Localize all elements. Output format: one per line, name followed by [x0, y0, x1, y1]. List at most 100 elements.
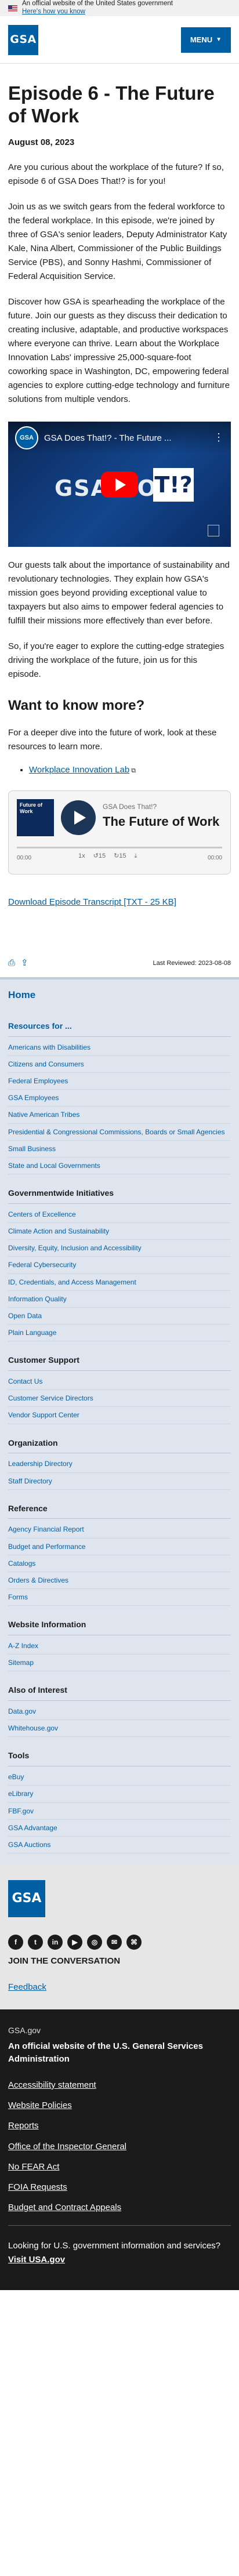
rewind-icon[interactable]: ↺15: [93, 851, 106, 861]
sidebar-item[interactable]: GSA Advantage: [8, 1820, 231, 1837]
identifier-link[interactable]: Reports: [8, 2119, 231, 2132]
podcast-duration: 00:00: [207, 855, 222, 862]
download-icon[interactable]: ⤓: [135, 851, 137, 861]
sidebar-group-heading: Organization: [8, 1437, 231, 1454]
sidebar-item[interactable]: Catalogs: [8, 1555, 231, 1572]
sidebar-item[interactable]: eLibrary: [8, 1786, 231, 1803]
sidebar-item[interactable]: A-Z Index: [8, 1638, 231, 1655]
sidebar-item[interactable]: Budget and Performance: [8, 1539, 231, 1555]
video-top-bar: GSA GSA Does That!? - The Future ... ⋮: [8, 422, 231, 455]
sidebar-group-heading: Governmentwide Initiatives: [8, 1187, 231, 1204]
sidebar-item[interactable]: GSA Auctions: [8, 1837, 231, 1854]
identifier-link[interactable]: Budget and Contract Appeals: [8, 2201, 231, 2214]
forward-icon[interactable]: ↻15: [114, 851, 126, 861]
join-conversation: JOIN THE CONVERSATION: [8, 1956, 121, 1967]
podcast-progress-bar[interactable]: [17, 847, 222, 849]
sidebar-item[interactable]: Plain Language: [8, 1325, 231, 1342]
menu-button[interactable]: MENU ▼: [180, 27, 231, 53]
sidebar-item[interactable]: Vendor Support Center: [8, 1407, 231, 1424]
more-vertical-icon[interactable]: ⋮: [213, 430, 224, 446]
page-footer-bar: ⎙ ⇪ Last Reviewed: 2023-08-08: [8, 956, 231, 973]
sidebar-group: Tools eBuy eLibrary FBF.gov GSA Advantage GSA…: [8, 1750, 231, 1854]
sidebar-item[interactable]: Whitehouse.gov: [8, 1720, 231, 1737]
identifier-link[interactable]: Office of the Inspector General: [8, 2140, 231, 2153]
sidebar-item[interactable]: State and Local Governments: [8, 1158, 231, 1175]
video-title[interactable]: GSA Does That!? - The Future ...: [44, 431, 208, 445]
social-links: f t in ▶ ◎ ✉ ⌘: [8, 1935, 231, 1950]
sidebar-item[interactable]: Climate Action and Sustainability: [8, 1223, 231, 1240]
workplace-innovation-lab-link[interactable]: Workplace Innovation Lab: [29, 765, 129, 775]
visit-usa-gov-link[interactable]: Visit USA.gov: [8, 2253, 65, 2266]
sidebar-item[interactable]: Leadership Directory: [8, 1456, 231, 1473]
sidebar-item[interactable]: eBuy: [8, 1769, 231, 1786]
podcast-player: Future of Work GSA Does That!? The Futur…: [8, 790, 231, 875]
podcast-show-name: GSA Does That!?: [103, 803, 157, 811]
identifier-link[interactable]: FOIA Requests: [8, 2180, 231, 2194]
sidebar-item[interactable]: Contact Us: [8, 1373, 231, 1391]
sidebar-group-heading[interactable]: Resources for ...: [8, 1020, 231, 1037]
sidebar-item[interactable]: Forms: [8, 1589, 231, 1606]
identifier-link[interactable]: No FEAR Act: [8, 2160, 231, 2174]
sidebar-home-link[interactable]: Home: [8, 979, 231, 1007]
sidebar-item[interactable]: Staff Directory: [8, 1473, 231, 1490]
youtube-video-embed[interactable]: GSA GSA Does That!? - The Future ... ⋮ G…: [8, 422, 231, 547]
gsa-logo[interactable]: GSA: [8, 24, 38, 55]
sidebar-item[interactable]: Data.gov: [8, 1703, 231, 1721]
gov-banner: An official website of the United States…: [0, 0, 239, 16]
sidebar-item[interactable]: Presidential & Congressional Commissions…: [8, 1124, 231, 1141]
podcast-episode-title: The Future of Work: [103, 814, 220, 829]
sidebar-group: Customer Support Contact Us Customer Servi…: [8, 1354, 231, 1424]
rss-icon[interactable]: ⌘: [126, 1935, 142, 1950]
external-link-icon: ⧉: [131, 767, 136, 774]
twitter-icon[interactable]: t: [28, 1935, 43, 1950]
sidebar-item[interactable]: Customer Service Directors: [8, 1390, 231, 1407]
facebook-icon[interactable]: f: [8, 1935, 23, 1950]
sidebar-group: Governmentwide Initiatives Centers of Exc…: [8, 1187, 231, 1342]
publish-date: August 08, 2023: [8, 137, 75, 147]
instagram-icon[interactable]: ◎: [87, 1935, 102, 1950]
play-icon[interactable]: [101, 471, 138, 498]
podcast-play-icon[interactable]: [61, 800, 96, 836]
linkedin-icon[interactable]: in: [48, 1935, 63, 1950]
sidebar-group: Reference Agency Financial Report Budget a…: [8, 1503, 231, 1606]
sidebar-item[interactable]: Open Data: [8, 1308, 231, 1325]
sidebar-item[interactable]: ID, Credentials, and Access Management: [8, 1274, 231, 1291]
identifier-official-text: An official website of the U.S. General …: [8, 2041, 203, 2065]
download-transcript-link[interactable]: Download Episode Transcript [TXT - 25 KB…: [8, 895, 231, 909]
sidebar-item[interactable]: FBF.gov: [8, 1803, 231, 1820]
sidebar-item[interactable]: Centers of Excellence: [8, 1206, 231, 1224]
share-icon[interactable]: ⇪: [21, 956, 28, 970]
playback-speed-button[interactable]: 1x: [78, 851, 85, 861]
sidebar-item[interactable]: Diversity, Equity, Inclusion and Accessi…: [8, 1240, 231, 1257]
identifier-link[interactable]: Accessibility statement: [8, 2078, 231, 2092]
identifier-link[interactable]: Website Policies: [8, 2099, 231, 2112]
page-title: Episode 6 - The Future of Work: [8, 82, 215, 126]
sidebar-item[interactable]: Citizens and Consumers: [8, 1056, 231, 1073]
sidebar-item[interactable]: Agency Financial Report: [8, 1521, 231, 1539]
youtube-icon[interactable]: ▶: [67, 1935, 82, 1950]
feedback-link[interactable]: Feedback: [8, 1980, 231, 1994]
sidebar-item[interactable]: GSA Employees: [8, 1090, 231, 1107]
sidebar-item[interactable]: Native American Tribes: [8, 1106, 231, 1124]
heres-how-you-know-link[interactable]: Here's how you know: [22, 8, 173, 16]
sidebar-item[interactable]: Federal Employees: [8, 1073, 231, 1090]
us-flag-icon: [8, 5, 17, 12]
sidebar-item[interactable]: Information Quality: [8, 1291, 231, 1308]
last-reviewed: Last Reviewed: 2023-08-08: [153, 959, 231, 967]
sidebar-group: Resources for ... Americans with Disabili…: [8, 1020, 231, 1175]
sidebar-item[interactable]: Sitemap: [8, 1655, 231, 1672]
section-intro: For a deeper dive into the future of wor…: [8, 727, 217, 752]
footer-gsa-logo[interactable]: GSA: [8, 1880, 45, 1918]
sidebar-nav: Home Resources for ... Americans with Dis…: [0, 977, 239, 1864]
sidebar-item[interactable]: Federal Cybersecurity: [8, 1257, 231, 1274]
channel-avatar[interactable]: GSA: [15, 426, 38, 450]
email-icon[interactable]: ✉: [107, 1935, 122, 1950]
sidebar-item[interactable]: Small Business: [8, 1141, 231, 1158]
body-paragraph: So, if you're eager to explore the cutti…: [8, 641, 224, 680]
usa-gov-prompt: Looking for U.S. government information …: [8, 2240, 221, 2251]
gov-banner-line1: An official website of the United States…: [22, 0, 173, 8]
agency-identifier: GSA.gov An official website of the U.S. …: [0, 2009, 239, 2290]
sidebar-item[interactable]: Orders & Directives: [8, 1572, 231, 1590]
sidebar-item[interactable]: Americans with Disabilities: [8, 1039, 231, 1056]
print-icon[interactable]: ⎙: [8, 956, 15, 970]
